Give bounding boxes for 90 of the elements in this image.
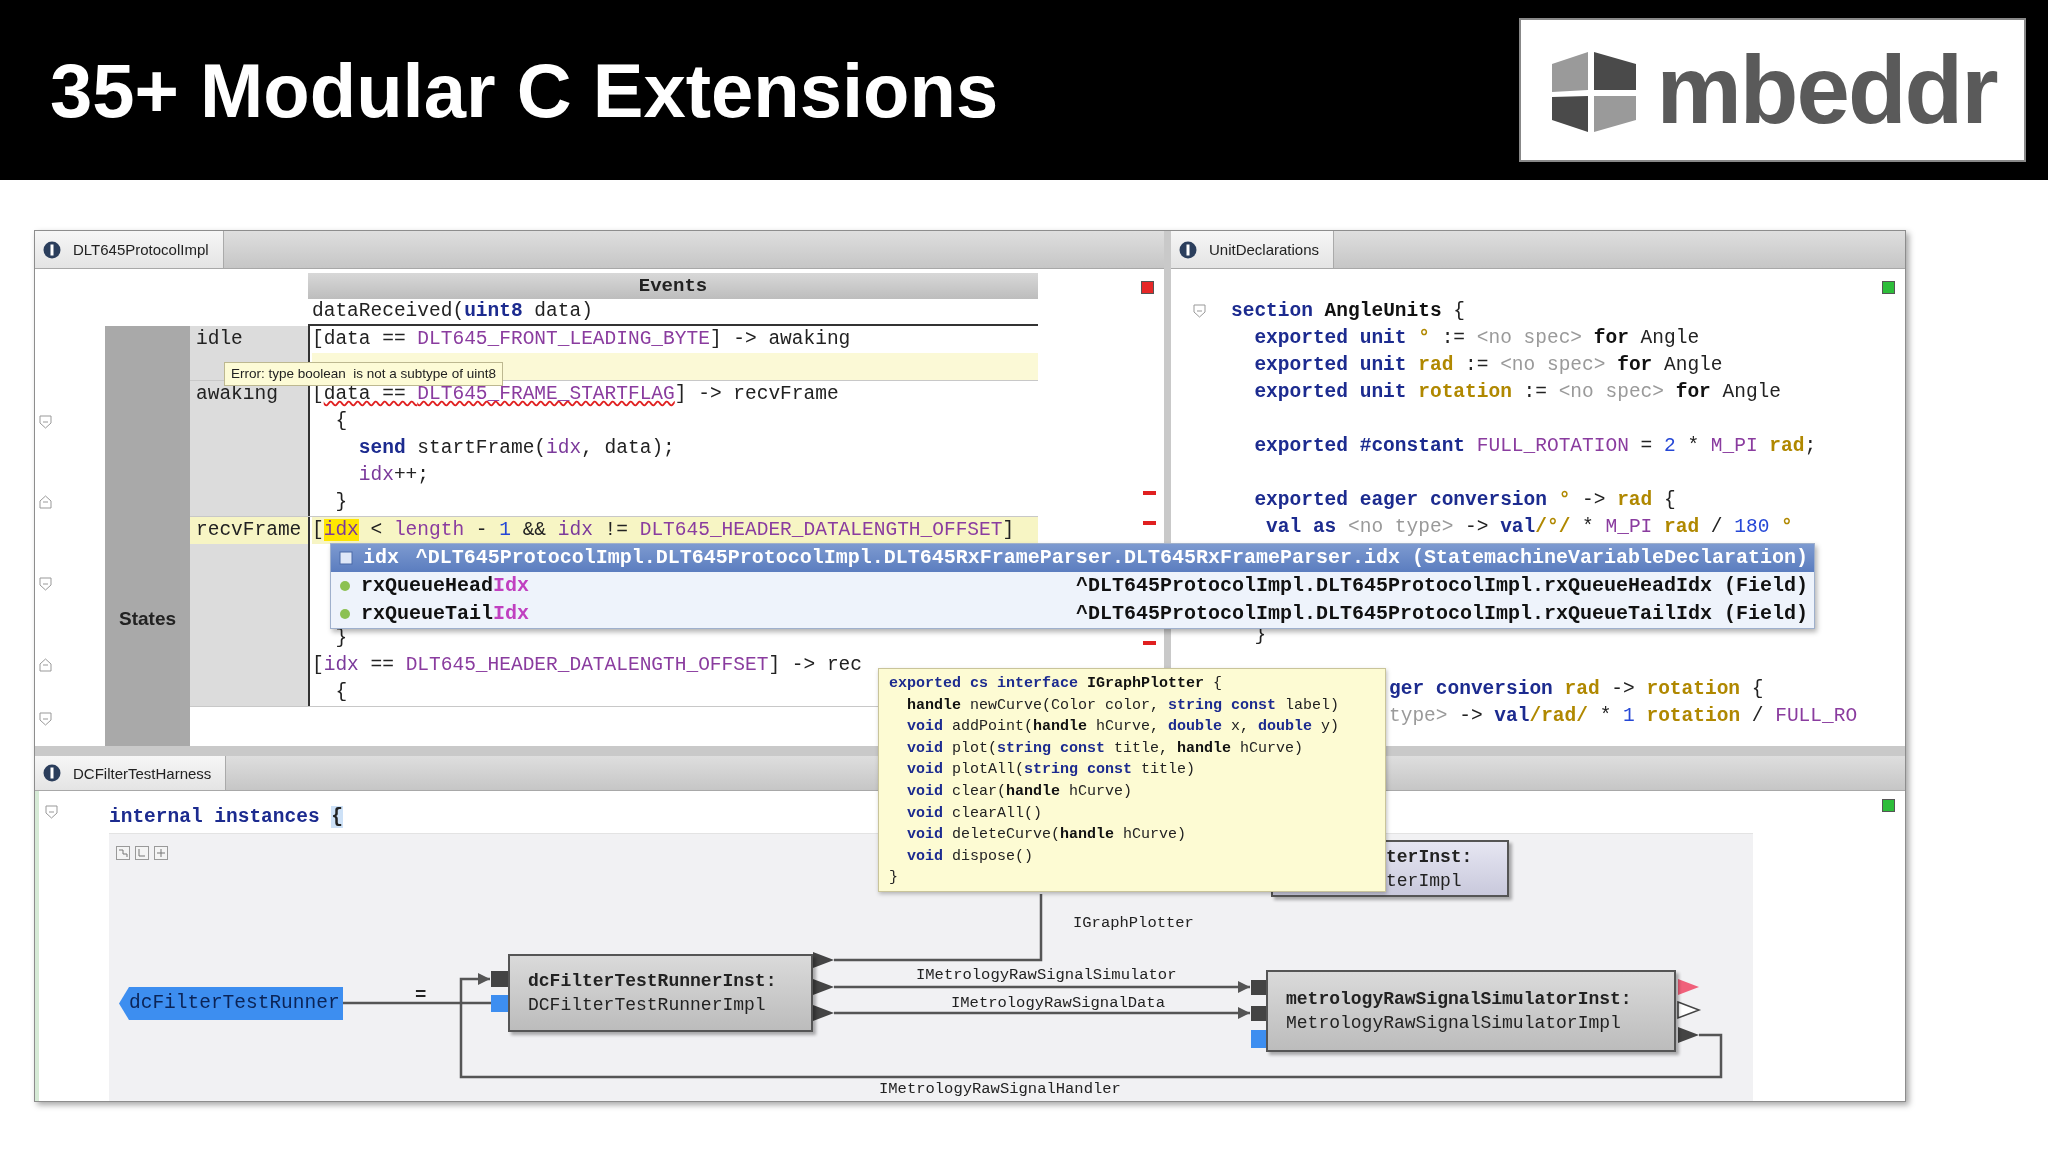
completion-item[interactable]: rxQueueHeadIdx ^DLT645ProtocolImpl.DLT645ProtocolImpl.rxQueueHeadIdx (Field) xyxy=(331,572,1814,600)
code-line: } xyxy=(334,491,348,513)
code-line: [idx < length - 1 && idx != DLT645_HEADER_DATALENGTH_OFFSET] xyxy=(312,519,1015,541)
tool-icon[interactable] xyxy=(116,846,130,860)
code-line: exported unit rad := <no spec> for Angle xyxy=(1253,354,1723,376)
code-line: type> -> val/rad/ * 1 rotation / FULL_RO xyxy=(1389,705,1858,727)
code-line: void dispose() xyxy=(906,847,1034,865)
fold-icon[interactable] xyxy=(45,805,58,819)
error-mark xyxy=(1143,521,1156,525)
port-icon xyxy=(1678,979,1699,995)
completion-name: rxQueueHeadIdx xyxy=(361,573,531,599)
instance-node[interactable]: dcFilterTestRunnerInst: DCFilterTestRunnerImpl xyxy=(508,954,813,1032)
port-icon xyxy=(1251,1006,1266,1021)
editor-tab[interactable]: UnitDeclarations xyxy=(1171,231,1335,268)
connector-label: IMetrologyRawSignalData xyxy=(951,994,1165,1012)
info-icon xyxy=(43,240,61,259)
dot-icon xyxy=(339,580,351,592)
code-line: send startFrame(idx, data); xyxy=(357,437,675,459)
editor-tab[interactable]: DLT645ProtocolImpl xyxy=(35,231,224,268)
instance-name: dcFilterTestRunnerInst: xyxy=(528,970,778,993)
port-icon xyxy=(1251,1030,1266,1048)
fold-icon[interactable] xyxy=(39,712,52,726)
code-line: exported #constant FULL_ROTATION = 2 * M_PI rad; xyxy=(1253,435,1817,457)
assign-label: = xyxy=(415,984,427,1006)
error-tooltip: Error: type boolean is not a subtype of uint8 xyxy=(224,362,503,386)
info-icon xyxy=(1179,240,1197,259)
code-line: exported eager conversion ° -> rad { xyxy=(1253,489,1676,511)
dot-icon xyxy=(339,608,351,620)
code-line: val as <no type> -> val/°/ * M_PI rad / 180 ° xyxy=(1265,516,1793,538)
code-line: void plotAll(string const title) xyxy=(906,761,1196,779)
error-mark xyxy=(1143,491,1156,495)
instance-type: MetrologyRawSignalSimulatorImpl xyxy=(1286,1012,1622,1035)
code-line: ger conversion rad -> rotation { xyxy=(1389,678,1764,700)
code-line: void plot(string const title, handle hCurve) xyxy=(906,739,1304,757)
fold-icon[interactable] xyxy=(39,495,52,509)
code-line: void addPoint(handle hCurve, double x, double y) xyxy=(906,718,1340,736)
connector-label: IMetrologyRawSignalSimulator xyxy=(916,966,1177,984)
instance-node[interactable]: metrologyRawSignalSimulatorInst: MetrologyRawSignalSimulatorImpl xyxy=(1266,970,1676,1052)
fold-icon[interactable] xyxy=(39,415,52,429)
instance-name: metrologyRawSignalSimulatorInst: xyxy=(1286,988,1633,1011)
connector-label: IMetrologyRawSignalHandler xyxy=(879,1080,1121,1098)
port-icon xyxy=(491,971,508,987)
completion-detail: ^DLT645ProtocolImpl.DLT645ProtocolImpl.rxQueueHeadIdx (Field) xyxy=(1075,573,1808,599)
fold-icon[interactable] xyxy=(1193,304,1206,318)
completion-item[interactable]: rxQueueTailIdx ^DLT645ProtocolImpl.DLT645ProtocolImpl.rxQueueTailIdx (Field) xyxy=(331,600,1814,628)
code-line: internal instances { xyxy=(109,806,344,828)
instance-type: DCFilterTestRunnerImpl xyxy=(528,994,767,1017)
completion-name: idx xyxy=(363,545,400,571)
state-name: idle xyxy=(195,327,244,352)
code-line: handle newCurve(Color color, string const label) xyxy=(906,696,1340,714)
error-mark xyxy=(1143,641,1156,645)
code-line: void clear(handle hCurve) xyxy=(906,782,1133,800)
component-node[interactable]: dcFilterTestRunner xyxy=(119,987,343,1020)
completion-detail: ^DLT645ProtocolImpl.DLT645ProtocolImpl.rxQueueTailIdx (Field) xyxy=(1075,601,1808,627)
info-icon xyxy=(43,764,61,782)
code-line: [idx == DLT645_HEADER_DATALENGTH_OFFSET] -> rec xyxy=(312,654,862,676)
port-icon xyxy=(813,952,834,968)
logo: mbeddr xyxy=(1519,18,2026,162)
instance-type: terImpl xyxy=(1386,869,1463,893)
code-line: void clearAll() xyxy=(906,804,1043,822)
tool-icon[interactable] xyxy=(135,846,149,860)
instance-name: terInst: xyxy=(1386,845,1474,869)
port-icon xyxy=(813,1005,834,1021)
code-line: exported cs interface IGraphPlotter { xyxy=(889,675,1223,692)
tool-icon[interactable] xyxy=(154,846,168,860)
completion-name: rxQueueTailIdx xyxy=(361,601,531,627)
editor-tab[interactable]: DCFilterTestHarness xyxy=(35,756,227,790)
column-header: Events xyxy=(308,273,1038,299)
port-icon xyxy=(491,995,508,1012)
code-line: section AngleUnits { xyxy=(1231,300,1466,322)
connector-label: IGraphPlotter xyxy=(1073,914,1194,932)
code-line: void deleteCurve(handle hCurve) xyxy=(906,826,1187,844)
code-line: { xyxy=(334,681,348,703)
fold-icon[interactable] xyxy=(39,577,52,591)
port-icon xyxy=(1678,1027,1699,1043)
fold-icon[interactable] xyxy=(39,658,52,672)
port-icon xyxy=(813,979,834,995)
code-line: exported unit rotation := <no spec> for Angle xyxy=(1253,381,1782,403)
port-icon xyxy=(1251,980,1266,995)
code-line: } xyxy=(889,869,898,887)
code-line: idx++; xyxy=(357,464,430,486)
code-line: [data == DLT645_FRONT_LEADING_BYTE] -> awaking xyxy=(312,328,851,350)
code-line: exported unit ° := <no spec> for Angle xyxy=(1253,327,1700,349)
states-label: States xyxy=(119,608,176,630)
completion-detail: ^DLT645ProtocolImpl.DLT645ProtocolImpl.DLT645RxFrameParser.DLT645RxFrameParser.idx (StatemachineVariableDeclaration) xyxy=(415,545,1808,571)
state-name: recvFrame xyxy=(190,517,308,544)
port-icon xyxy=(1677,1000,1702,1020)
square-icon xyxy=(339,551,353,565)
slide-title: 35+ Modular C Extensions xyxy=(50,46,999,134)
code-line: { xyxy=(334,410,348,432)
